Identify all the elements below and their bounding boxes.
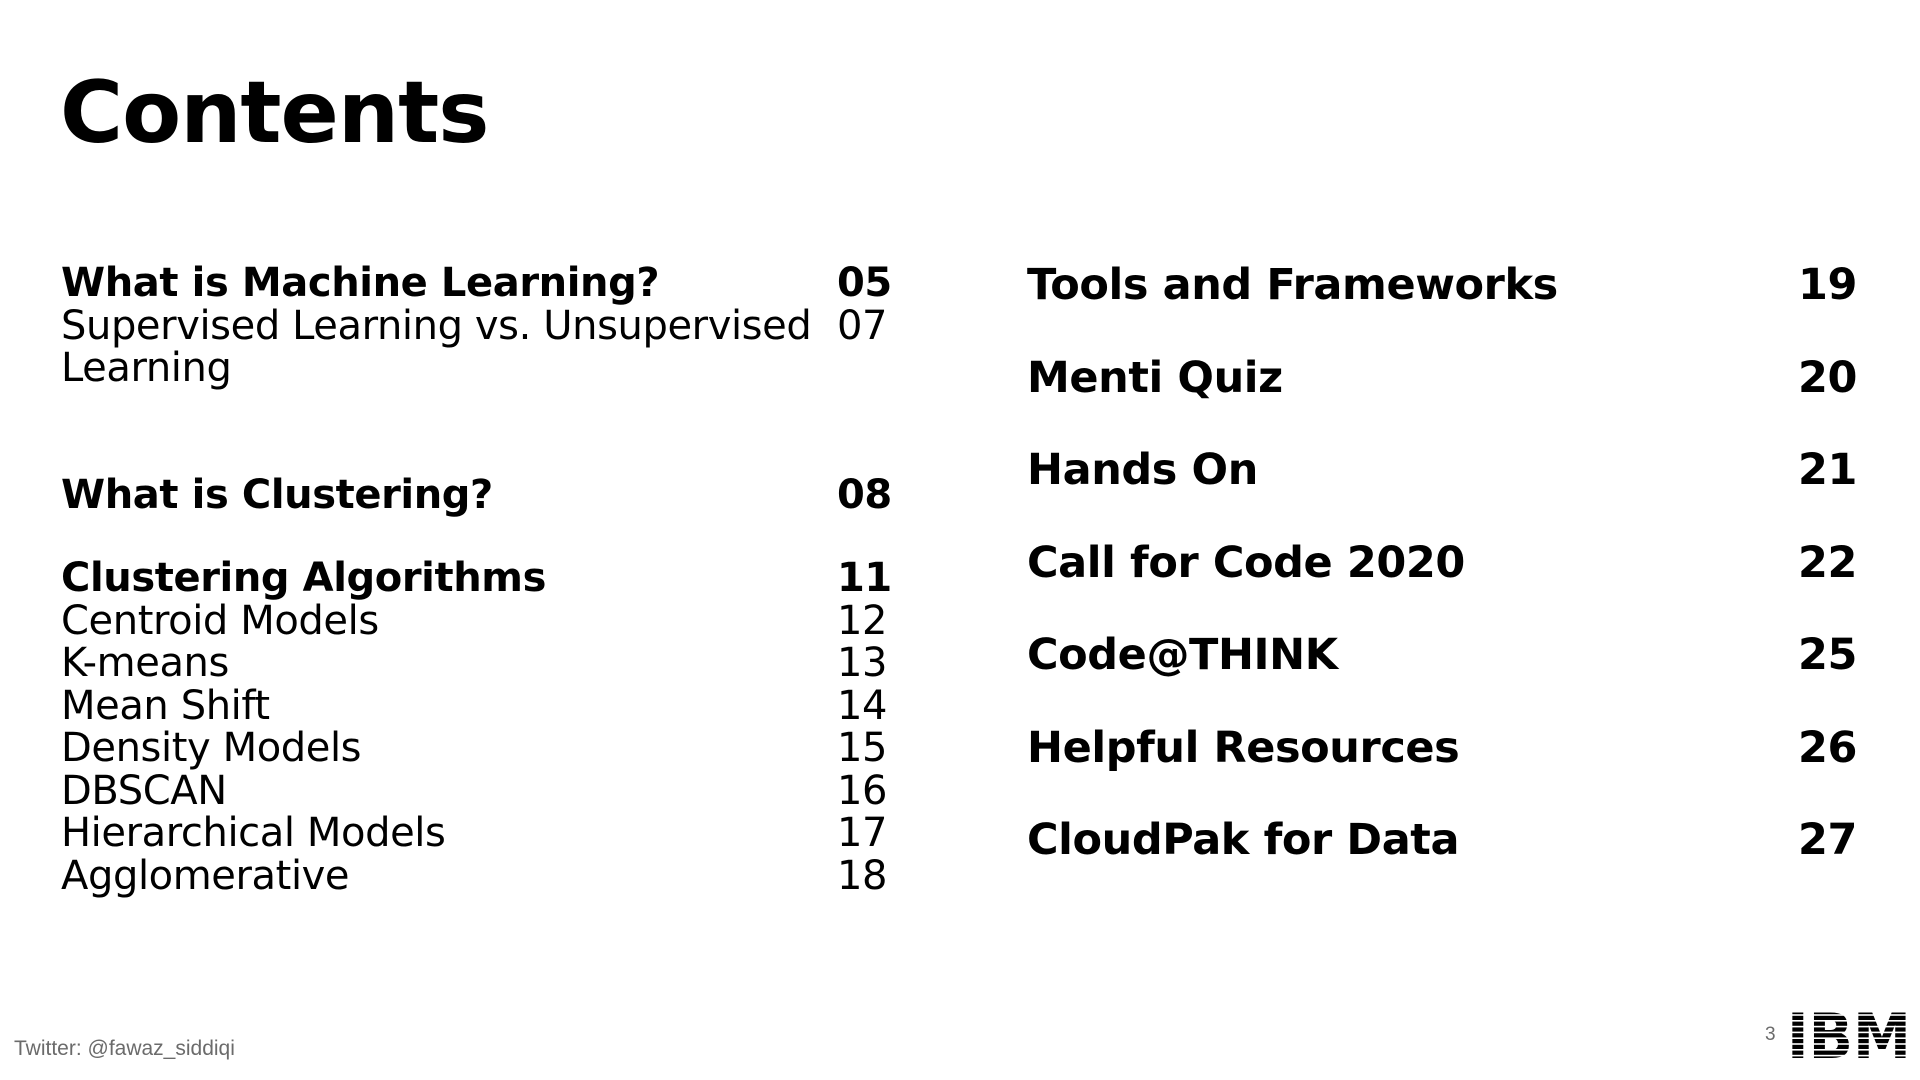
toc-left-column: What is Machine Learning? 05 Supervised …: [61, 262, 897, 897]
toc-item-page: 22: [1797, 537, 1857, 588]
ibm-logo: IBM: [1787, 1010, 1911, 1060]
toc-item-page: 07: [837, 302, 888, 349]
toc-item-label: Call for Code 2020: [1027, 537, 1465, 588]
toc-item: Mean Shift 14: [61, 682, 897, 729]
toc-item-label: Clustering Algorithms: [61, 555, 546, 601]
toc-item-page: 08: [837, 471, 892, 518]
toc-item: Tools and Frameworks 19: [1027, 260, 1857, 310]
toc-item-page: 20: [1797, 352, 1857, 403]
slide: Contents What is Machine Learning? 05 Su…: [0, 0, 1920, 1080]
toc-item: K-means 13: [61, 642, 897, 685]
toc-item: Agglomerative 18: [61, 852, 897, 899]
toc-item: Call for Code 2020 22: [1027, 538, 1857, 588]
ibm-logo-text: IBM: [1787, 1010, 1911, 1060]
toc-item-label: Mean Shift: [61, 682, 270, 729]
toc-item: Hierarchical Models 17: [61, 812, 897, 855]
twitter-handle: Twitter: @fawaz_siddiqi: [14, 1037, 235, 1060]
toc-item-page: 26: [1797, 722, 1857, 773]
toc-item: Density Models 15: [61, 727, 897, 770]
toc-item: CloudPak for Data 27: [1027, 815, 1857, 865]
toc-item-page: 16: [837, 767, 888, 814]
toc-item-label: What is Machine Learning?: [61, 260, 660, 306]
toc-item-page: 27: [1797, 815, 1857, 865]
toc-item-page: 15: [837, 725, 888, 771]
toc-item: Clustering Algorithms 11: [61, 557, 897, 600]
toc-item-page: 11: [837, 555, 892, 601]
toc-item: What is Machine Learning? 05: [61, 262, 897, 305]
toc-item: Code@THINK 25: [1027, 630, 1857, 680]
slide-page-number: 3: [1765, 1024, 1776, 1045]
toc-item-page: 19: [1797, 260, 1857, 310]
toc-item-label: Centroid Models: [61, 597, 379, 644]
toc-item: Helpful Resources 26: [1027, 723, 1857, 773]
toc-item-page: 05: [837, 260, 892, 306]
toc-item: What is Clustering? 08: [61, 471, 897, 518]
toc-item-page: 21: [1797, 445, 1857, 495]
toc-item-page: 25: [1797, 630, 1857, 680]
toc-item: DBSCAN 16: [61, 767, 897, 814]
toc-item-page: 14: [837, 682, 888, 729]
toc-item-page: 17: [837, 810, 888, 856]
page-title: Contents: [60, 63, 489, 163]
toc-item: Centroid Models 12: [61, 597, 897, 644]
toc-item-label: Helpful Resources: [1027, 722, 1460, 773]
toc-item-label: Hierarchical Models: [61, 810, 446, 856]
toc-item: Menti Quiz 20: [1027, 353, 1857, 403]
toc-item-page: 13: [837, 640, 888, 686]
toc-item-label: Agglomerative: [61, 852, 350, 899]
toc-item-page: 18: [837, 852, 888, 899]
toc-item: Hands On 21: [1027, 445, 1857, 495]
toc-right-column: Tools and Frameworks 19 Menti Quiz 20 Ha…: [1027, 260, 1857, 908]
toc-item: Supervised Learning vs. Unsupervised Lea…: [61, 302, 897, 391]
toc-item-label: CloudPak for Data: [1027, 815, 1460, 865]
toc-item-label: Supervised Learning vs. Unsupervised Lea…: [61, 302, 812, 391]
toc-item-label: K-means: [61, 640, 229, 686]
toc-item-label: What is Clustering?: [61, 471, 493, 518]
toc-item-label: Tools and Frameworks: [1027, 260, 1558, 310]
toc-item-label: Hands On: [1027, 445, 1258, 495]
toc-item-label: Density Models: [61, 725, 362, 771]
toc-item-label: DBSCAN: [61, 767, 227, 814]
toc-item-label: Menti Quiz: [1027, 352, 1283, 403]
toc-item-label: Code@THINK: [1027, 630, 1338, 680]
toc-item-page: 12: [837, 597, 888, 644]
